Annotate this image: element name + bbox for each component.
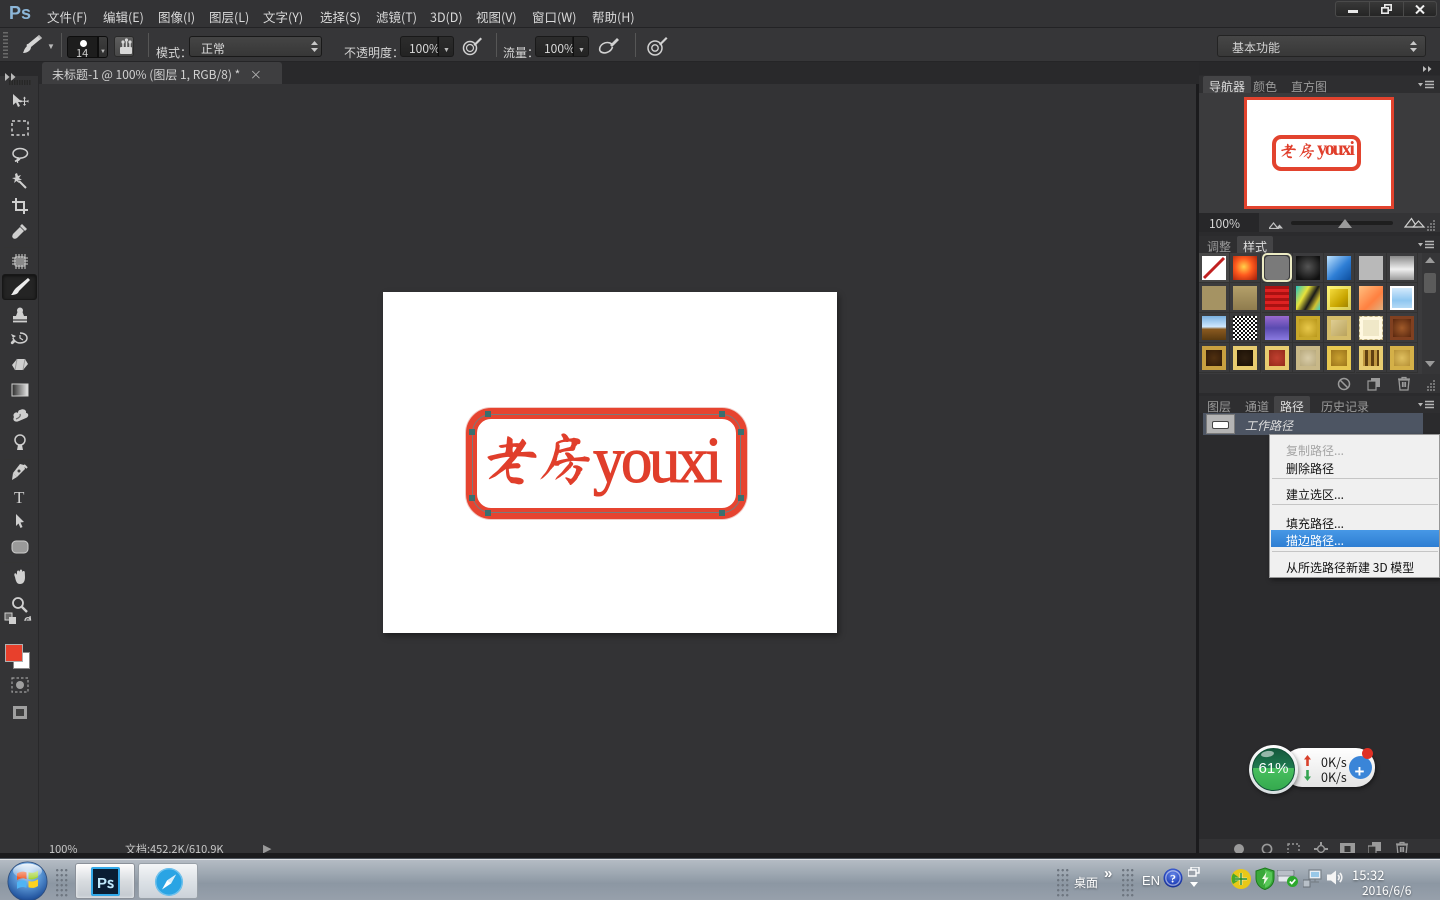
svg-text:T: T bbox=[14, 489, 25, 505]
svg-text:?: ? bbox=[1170, 872, 1176, 886]
